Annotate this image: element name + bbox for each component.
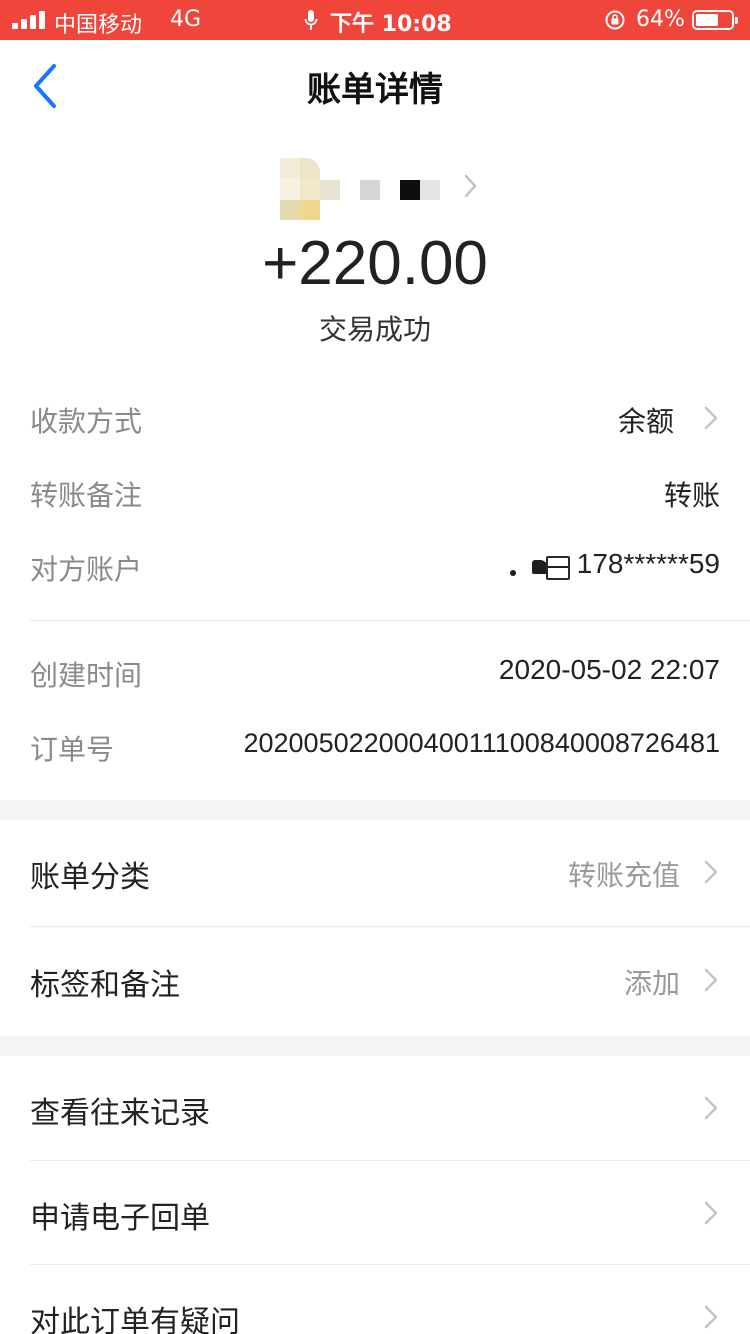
battery-percent: 64% [636, 7, 685, 32]
created-time-row: 创建时间 2020-05-02 22:07 [30, 642, 720, 702]
chevron-right-icon [704, 1201, 718, 1225]
rotation-lock-icon [605, 10, 625, 30]
payee-name-redacted [320, 180, 440, 200]
e-receipt-row[interactable]: 申请电子回单 [0, 1161, 750, 1265]
menu-label: 申请电子回单 [30, 1201, 210, 1236]
divider [30, 926, 750, 927]
clock-time: 下午 10:08 [330, 12, 452, 37]
avatar [280, 158, 320, 220]
detail-label: 创建时间 [30, 659, 143, 692]
order-number: 20200502200040011100840008726481 [243, 728, 720, 758]
transaction-status: 交易成功 [318, 313, 431, 346]
divider [30, 620, 750, 621]
chevron-right-icon [704, 406, 718, 430]
status-bar: 中国移动 4G 下午 10:08 64% [0, 0, 750, 40]
detail-label: 收款方式 [30, 405, 143, 438]
section-gap [0, 1036, 750, 1056]
detail-value: 2020-05-02 22:07 [498, 654, 720, 685]
section-gap [0, 800, 750, 820]
detail-label: 订单号 [30, 733, 115, 766]
view-history-row[interactable]: 查看往来记录 [0, 1056, 750, 1160]
menu-value: 转账充值 [567, 859, 680, 892]
payment-method-row[interactable]: 收款方式 余额 [30, 388, 720, 448]
detail-label: 对方账户 [30, 553, 143, 586]
menu-value: 添加 [623, 967, 680, 1000]
menu-label: 账单分类 [30, 860, 150, 895]
chevron-right-icon [464, 174, 477, 198]
chevron-right-icon [704, 1096, 718, 1120]
battery-icon [692, 10, 738, 30]
microphone-icon [304, 10, 318, 30]
carrier-name: 中国移动 [54, 13, 143, 38]
transfer-note-row: 转账备注 转账 [30, 462, 720, 522]
menu-label: 标签和备注 [30, 968, 180, 1003]
detail-value: 转账 [663, 479, 720, 512]
detail-value: 178******59 [576, 548, 720, 579]
nav-bar: 账单详情 [0, 40, 750, 132]
menu-label: 查看往来记录 [30, 1096, 210, 1131]
tags-notes-row[interactable]: 标签和备注 添加 [0, 928, 750, 1032]
chevron-right-icon [704, 968, 718, 992]
menu-label: 对此订单有疑问 [30, 1305, 240, 1334]
order-number-row: 订单号 20200502200040011100840008726481 [30, 716, 720, 776]
order-question-row[interactable]: 对此订单有疑问 [0, 1265, 750, 1334]
page-title: 账单详情 [307, 70, 443, 110]
counterparty-account-row: 对方账户 178******59 [30, 536, 720, 596]
signal-icon [12, 11, 46, 29]
counterparty-name-redacted [510, 556, 572, 582]
detail-label: 转账备注 [30, 479, 143, 512]
chevron-right-icon [704, 1305, 718, 1329]
network-type: 4G [170, 7, 202, 32]
transaction-amount: +220.00 [262, 229, 488, 298]
detail-value: 余额 [617, 405, 674, 438]
bill-category-row[interactable]: 账单分类 转账充值 [0, 820, 750, 924]
chevron-right-icon [704, 860, 718, 884]
